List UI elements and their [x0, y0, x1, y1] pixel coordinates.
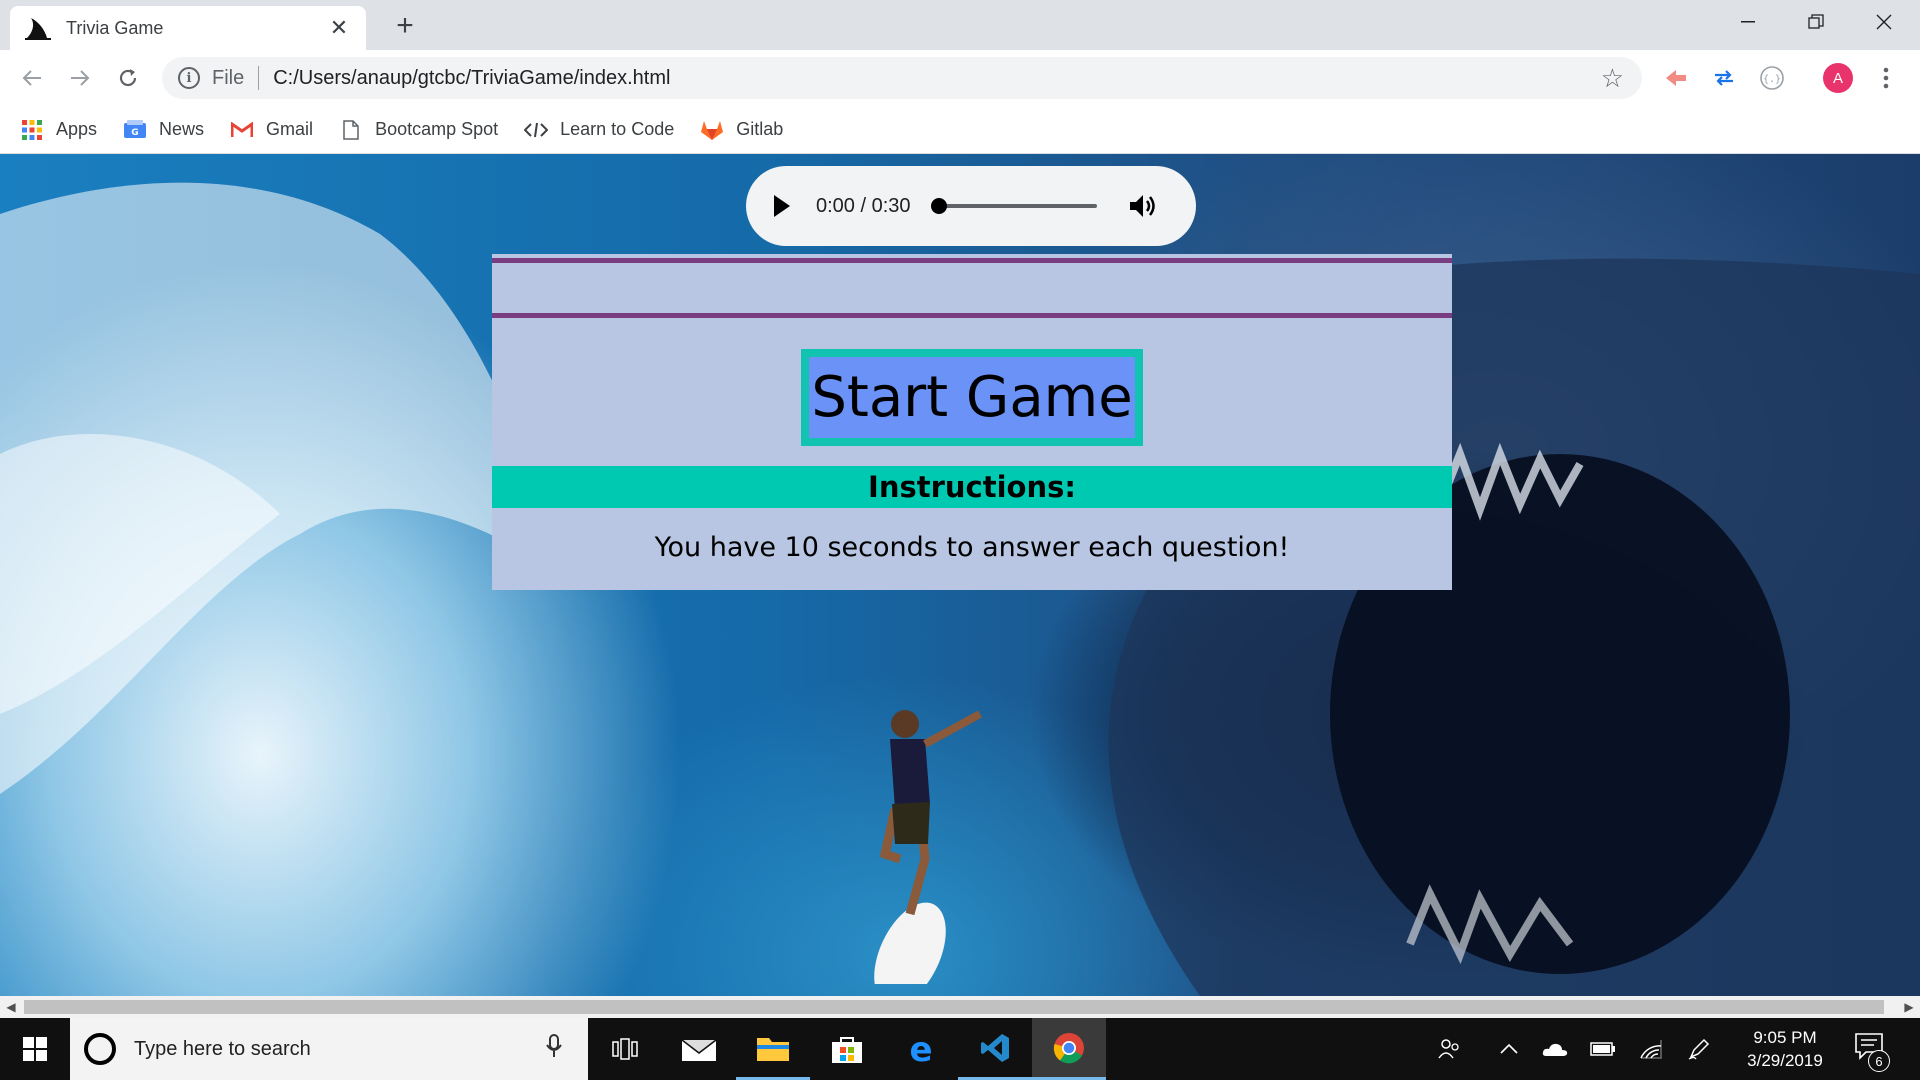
bookmarks-bar: Apps G News Gmail Bootcamp Spot Learn to…: [0, 106, 1920, 154]
page-icon: [339, 118, 363, 142]
onedrive-icon[interactable]: [1538, 1018, 1572, 1080]
svg-text:{.}: {.}: [1763, 74, 1781, 85]
svg-text:e: e: [909, 1034, 932, 1064]
bookmark-label: Apps: [56, 119, 98, 139]
profile-avatar[interactable]: A: [1822, 62, 1854, 94]
svg-text:G: G: [131, 128, 138, 138]
bookmark-gmail[interactable]: Gmail: [230, 118, 313, 142]
bookmark-gitlab[interactable]: Gitlab: [700, 118, 783, 142]
clock-time: 9:05 PM: [1753, 1028, 1817, 1047]
wifi-icon[interactable]: [1634, 1018, 1668, 1080]
seek-thumb[interactable]: [930, 198, 947, 214]
scrollbar-thumb[interactable]: [24, 1000, 1884, 1014]
show-hidden-icons-icon[interactable]: [1494, 1018, 1524, 1080]
edge-browser-icon[interactable]: e: [884, 1018, 958, 1080]
reload-button[interactable]: [108, 58, 148, 98]
taskbar-search-box[interactable]: Type here to search: [70, 1018, 588, 1080]
close-window-icon[interactable]: [1850, 0, 1918, 44]
url-scheme: File: [212, 66, 245, 89]
menu-kebab-icon[interactable]: [1870, 62, 1902, 94]
windows-logo-icon: [23, 1037, 47, 1061]
horizontal-scrollbar[interactable]: ◀ ▶: [0, 996, 1920, 1018]
cortana-icon[interactable]: [84, 1033, 116, 1065]
taskbar-clock[interactable]: 9:05 PM 3/29/2019: [1720, 1026, 1850, 1072]
minimize-icon[interactable]: [1714, 0, 1782, 44]
new-tab-button[interactable]: +: [388, 10, 422, 44]
volume-icon[interactable]: [1127, 190, 1159, 222]
clock-date: 3/29/2019: [1747, 1051, 1823, 1070]
instructions-heading: Instructions:: [492, 466, 1452, 508]
bookmark-label: News: [159, 119, 205, 139]
profile-initial: A: [1833, 70, 1843, 87]
tab-strip: Trivia Game ✕ +: [0, 0, 1920, 50]
panel-top-line: [492, 258, 1452, 263]
scroll-left-icon[interactable]: ◀: [0, 996, 22, 1018]
bookmark-label: Gmail: [266, 119, 314, 139]
file-explorer-icon[interactable]: [736, 1018, 810, 1080]
url-separator: [258, 66, 260, 90]
start-game-button[interactable]: Start Game: [801, 349, 1143, 446]
panel-divider-line: [492, 313, 1452, 318]
extension-cast-icon[interactable]: [1660, 62, 1692, 94]
code-icon: [524, 118, 549, 142]
bookmark-label: Bootcamp Spot: [375, 119, 499, 139]
url-text[interactable]: C:/Users/anaup/gtcbc/TriviaGame/index.ht…: [273, 67, 670, 90]
scroll-right-icon[interactable]: ▶: [1898, 996, 1920, 1018]
microphone-icon[interactable]: [546, 1034, 562, 1064]
windows-taskbar: Type here to search e 9:05 PM 3/29/2019 …: [0, 1018, 1920, 1080]
tab-trivia-game[interactable]: Trivia Game ✕: [10, 6, 366, 50]
notification-count-badge: 6: [1868, 1050, 1890, 1072]
audio-time: 0:00 / 0:30: [816, 194, 911, 217]
bookmark-learn-to-code[interactable]: Learn to Code: [524, 118, 674, 142]
restore-icon[interactable]: [1782, 0, 1850, 44]
pen-icon[interactable]: [1682, 1018, 1716, 1080]
page-viewport: 0:00 / 0:30 Start Game Instructions: You…: [0, 154, 1920, 996]
microsoft-store-icon[interactable]: [810, 1018, 884, 1080]
bookmark-bootcamp-spot[interactable]: Bootcamp Spot: [339, 118, 498, 142]
search-placeholder: Type here to search: [134, 1037, 311, 1060]
bookmark-star-icon[interactable]: ☆: [1601, 63, 1624, 94]
gitlab-icon: [700, 118, 724, 142]
info-icon[interactable]: i: [178, 67, 200, 89]
mail-app-icon[interactable]: [662, 1018, 736, 1080]
task-view-icon[interactable]: [588, 1018, 662, 1080]
audio-seek-slider[interactable]: [930, 198, 1097, 214]
chrome-icon[interactable]: [1032, 1018, 1106, 1080]
shark-fin-icon: [24, 14, 52, 42]
bookmark-label: Gitlab: [736, 119, 784, 139]
back-button[interactable]: [12, 58, 52, 98]
bookmark-news[interactable]: G News: [123, 118, 204, 142]
bookmark-apps[interactable]: Apps: [20, 118, 97, 142]
forward-button[interactable]: [60, 58, 100, 98]
extension-arrows-icon[interactable]: [1708, 62, 1740, 94]
surfer-image: [874, 710, 982, 984]
apps-grid-icon: [20, 118, 44, 142]
people-icon[interactable]: [1432, 1018, 1466, 1080]
address-bar[interactable]: i File C:/Users/anaup/gtcbc/TriviaGame/i…: [162, 57, 1642, 99]
browser-toolbar: i File C:/Users/anaup/gtcbc/TriviaGame/i…: [0, 50, 1920, 106]
news-icon: G: [123, 118, 147, 142]
battery-icon[interactable]: [1586, 1018, 1620, 1080]
instructions-text: You have 10 seconds to answer each quest…: [654, 532, 1290, 563]
gmail-icon: [230, 118, 254, 142]
play-icon[interactable]: [774, 195, 790, 217]
tab-title: Trivia Game: [66, 17, 164, 38]
close-tab-icon[interactable]: ✕: [326, 15, 352, 41]
windows-start-button[interactable]: [0, 1018, 70, 1080]
extension-code-icon[interactable]: {.}: [1756, 62, 1788, 94]
game-panel: Start Game Instructions: You have 10 sec…: [492, 254, 1452, 590]
bookmark-label: Learn to Code: [560, 119, 675, 139]
vscode-icon[interactable]: [958, 1018, 1032, 1080]
audio-player[interactable]: 0:00 / 0:30: [746, 166, 1196, 246]
